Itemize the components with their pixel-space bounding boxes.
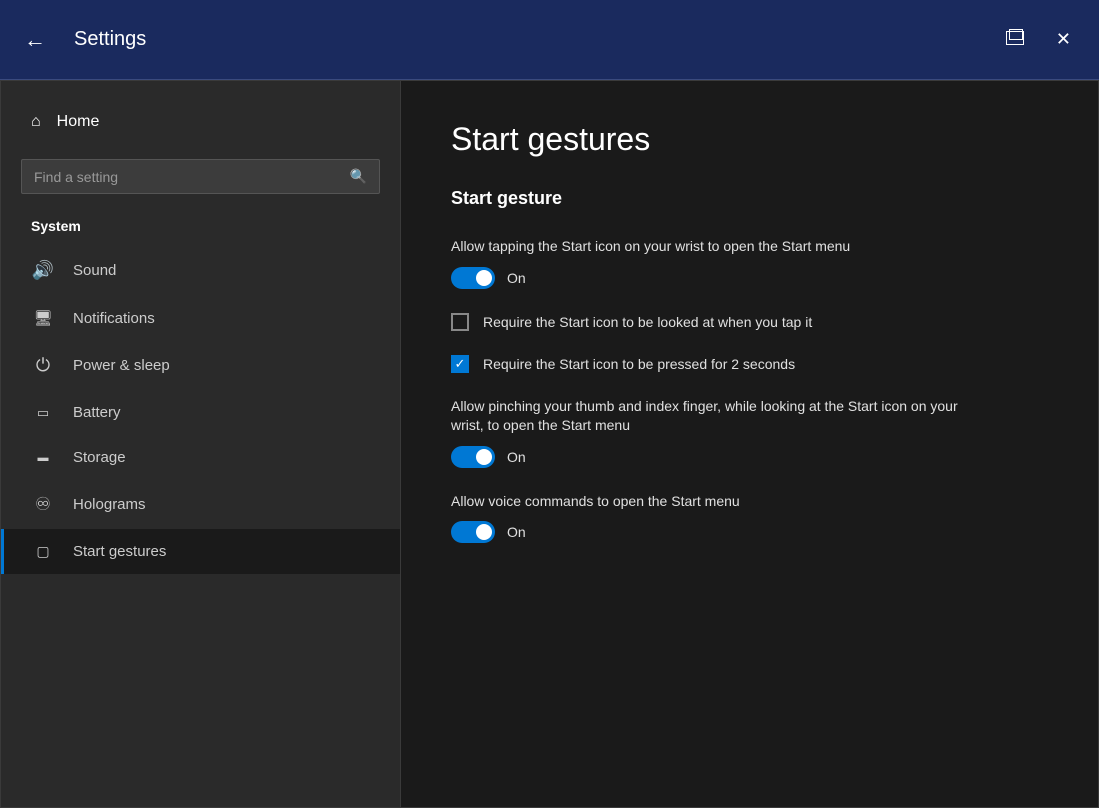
press-2s-checkbox-row[interactable]: ✓ Require the Start icon to be pressed f… (451, 355, 1048, 373)
pinch-toggle-label: On (507, 449, 526, 465)
system-section-label: System (1, 210, 400, 246)
back-button[interactable]: ← (16, 19, 54, 61)
look-at-checkbox[interactable] (451, 313, 469, 331)
voice-description: Allow voice commands to open the Start m… (451, 492, 991, 512)
titlebar: ← Settings ✕ (0, 0, 1099, 80)
setting-tap-start: Allow tapping the Start icon on your wri… (451, 237, 1048, 289)
setting-pinch: Allow pinching your thumb and index fing… (451, 397, 1048, 468)
section-title: Start gesture (451, 188, 1048, 209)
sidebar-home-label: Home (57, 113, 100, 131)
titlebar-controls: ✕ (994, 21, 1083, 58)
pinch-toggle-row: On (451, 446, 1048, 468)
sidebar-item-home[interactable]: ⌂ Home (1, 101, 400, 143)
sidebar-item-sound[interactable]: 🔊 Sound (1, 246, 400, 295)
press-2s-checkbox[interactable]: ✓ (451, 355, 469, 373)
holograms-icon: ♾ (31, 494, 55, 515)
look-at-label: Require the Start icon to be looked at w… (483, 314, 812, 330)
titlebar-title: Settings (74, 28, 994, 51)
tap-start-toggle[interactable] (451, 267, 495, 289)
search-box[interactable]: 🔍 (21, 159, 380, 194)
voice-toggle-label: On (507, 524, 526, 540)
sidebar-sound-label: Sound (73, 262, 116, 279)
look-at-checkbox-row[interactable]: Require the Start icon to be looked at w… (451, 313, 1048, 331)
press-2s-label: Require the Start icon to be pressed for… (483, 356, 795, 372)
sidebar: ⌂ Home 🔍 System 🔊 Sound 🖥 Notifications … (1, 81, 401, 807)
sidebar-storage-label: Storage (73, 449, 126, 466)
pinch-toggle[interactable] (451, 446, 495, 468)
home-icon: ⌂ (31, 113, 41, 131)
notifications-icon: 🖥 (31, 309, 55, 327)
setting-look-at: Require the Start icon to be looked at w… (451, 313, 1048, 331)
tap-start-toggle-label: On (507, 270, 526, 286)
sound-icon: 🔊 (31, 260, 55, 281)
content-area: Start gestures Start gesture Allow tappi… (401, 81, 1098, 807)
sidebar-item-start-gestures[interactable]: ▢ Start gestures (1, 529, 400, 574)
setting-voice: Allow voice commands to open the Start m… (451, 492, 1048, 544)
search-input[interactable] (34, 169, 342, 185)
page-title: Start gestures (451, 121, 1048, 158)
close-button[interactable]: ✕ (1044, 21, 1083, 58)
voice-toggle-row: On (451, 521, 1048, 543)
maximize-button[interactable] (994, 21, 1036, 58)
sidebar-item-holograms[interactable]: ♾ Holograms (1, 480, 400, 529)
sidebar-item-storage[interactable]: ▬ Storage (1, 435, 400, 480)
sidebar-start-gestures-label: Start gestures (73, 543, 166, 560)
storage-icon: ▬ (31, 452, 55, 464)
sidebar-power-label: Power & sleep (73, 357, 170, 374)
power-icon: ⏻ (31, 355, 55, 376)
sidebar-holograms-label: Holograms (73, 496, 146, 513)
search-icon: 🔍 (350, 168, 367, 185)
start-gestures-icon: ▢ (31, 543, 55, 560)
tap-start-toggle-row: On (451, 267, 1048, 289)
voice-toggle[interactable] (451, 521, 495, 543)
sidebar-notifications-label: Notifications (73, 310, 155, 327)
main-container: ⌂ Home 🔍 System 🔊 Sound 🖥 Notifications … (0, 80, 1099, 808)
sidebar-item-battery[interactable]: ▭ Battery (1, 390, 400, 435)
battery-icon: ▭ (31, 405, 55, 421)
checkmark-icon: ✓ (455, 356, 466, 372)
sidebar-battery-label: Battery (73, 404, 121, 421)
maximize-icon (1006, 31, 1024, 45)
pinch-description: Allow pinching your thumb and index fing… (451, 397, 991, 436)
sidebar-item-power[interactable]: ⏻ Power & sleep (1, 341, 400, 390)
sidebar-item-notifications[interactable]: 🖥 Notifications (1, 295, 400, 341)
tap-start-description: Allow tapping the Start icon on your wri… (451, 237, 991, 257)
setting-press-2s: ✓ Require the Start icon to be pressed f… (451, 355, 1048, 373)
